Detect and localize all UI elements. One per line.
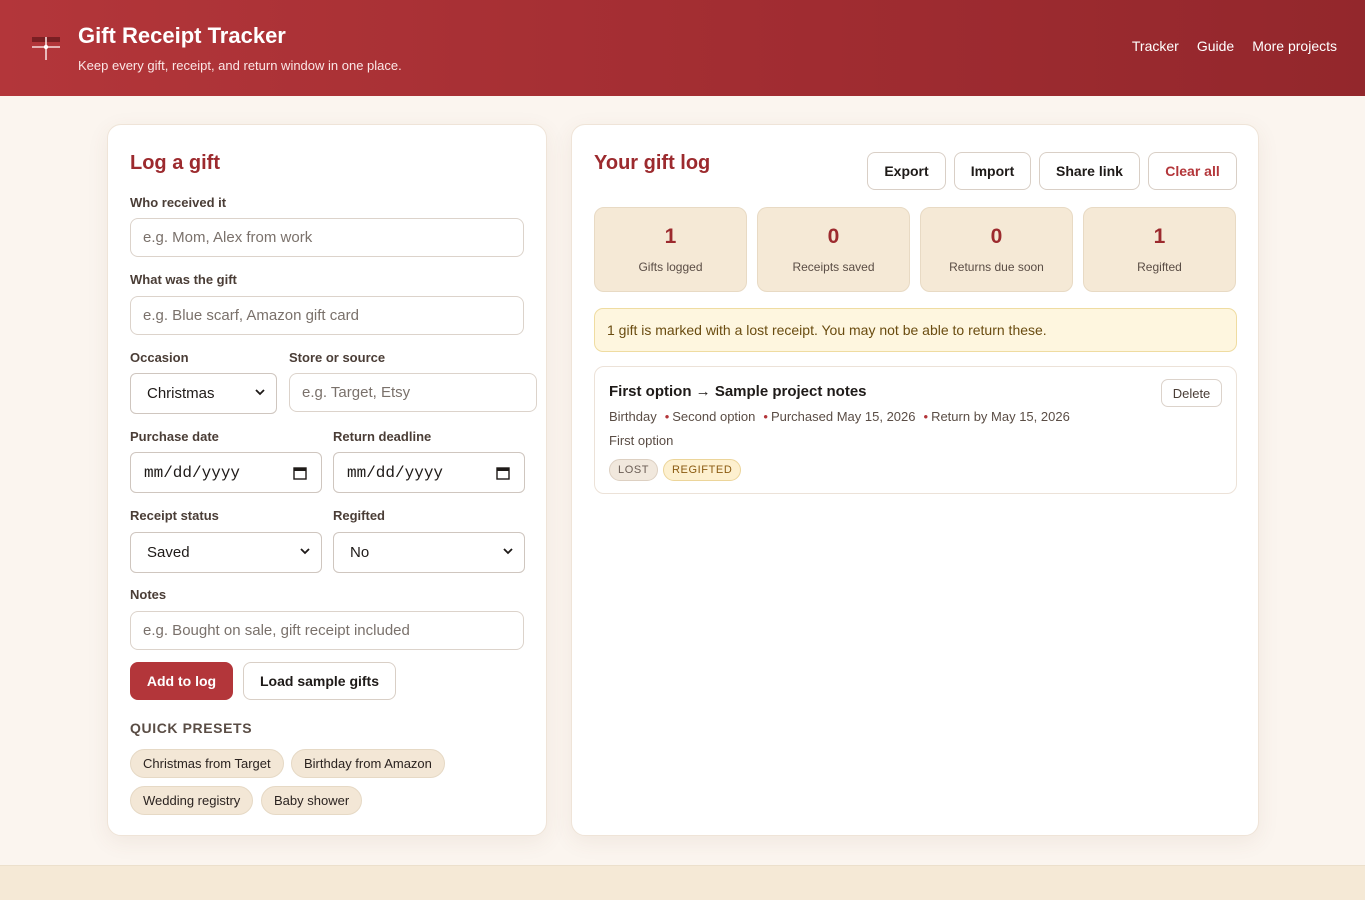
lost-tag: LOST [609, 459, 659, 481]
app-header: Gift Receipt Tracker Keep every gift, re… [0, 0, 1365, 96]
stat-value: 1 [1153, 225, 1166, 248]
log-gift-card: Log a gift Who received it What was the … [107, 124, 547, 836]
gift-log-card: Your gift log Export Import Share link C… [571, 124, 1259, 836]
chevron-down-icon [300, 548, 310, 555]
calendar-icon[interactable] [496, 466, 510, 480]
notes-input[interactable] [130, 611, 524, 650]
load-sample-button[interactable]: Load sample gifts [243, 662, 396, 700]
entry-meta: Birthday • Second option • Purchased May 1… [609, 409, 1070, 424]
stat-receipts-saved: 0 Receipts saved [757, 207, 910, 292]
preset-chip[interactable]: Wedding registry [130, 786, 254, 815]
return-deadline-label: Return deadline [333, 429, 432, 444]
entry-return-by: Return by May 15, 2026 [931, 409, 1070, 424]
entry-store-wrap: • Second option [664, 409, 756, 424]
nav-link-tracker[interactable]: Tracker [1132, 38, 1179, 54]
entry-return-wrap: • Return by May 15, 2026 [923, 409, 1070, 424]
receipt-status-select[interactable]: Saved [130, 532, 322, 573]
regifted-value: No [350, 544, 370, 561]
gift-label: What was the gift [130, 272, 237, 287]
stat-gifts-logged: 1 Gifts logged [594, 207, 747, 292]
app-title: Gift Receipt Tracker [78, 23, 286, 48]
stat-regifted: 1 Regifted [1083, 207, 1236, 292]
chevron-down-icon [255, 389, 265, 396]
stat-returns-due: 0 Returns due soon [920, 207, 1073, 292]
import-button[interactable]: Import [954, 152, 1031, 190]
gift-input[interactable] [130, 296, 524, 335]
delete-entry-button[interactable]: Delete [1161, 379, 1222, 407]
footer-band [0, 865, 1365, 900]
preset-chip[interactable]: Baby shower [261, 786, 363, 815]
calendar-icon[interactable] [293, 466, 307, 480]
quick-presets-title: QUICK PRESETS [130, 720, 253, 736]
receipt-status-value: Saved [147, 544, 190, 561]
lost-receipt-alert: 1 gift is marked with a lost receipt. Yo… [594, 308, 1237, 352]
regifted-select[interactable]: No [333, 532, 525, 573]
regifted-label: Regifted [333, 508, 385, 523]
notes-label: Notes [130, 587, 167, 602]
stat-value: 0 [990, 225, 1003, 248]
entry-store: Second option [672, 409, 756, 424]
return-deadline-input[interactable]: mm/dd/yyyy [333, 452, 525, 493]
nav-link-guide[interactable]: Guide [1197, 38, 1234, 54]
return-deadline-value: mm/dd/yyyy [347, 463, 444, 482]
chevron-down-icon [503, 548, 513, 555]
recipient-input[interactable] [130, 218, 524, 257]
export-button[interactable]: Export [867, 152, 946, 190]
occasion-label: Occasion [130, 350, 189, 365]
gift-log-title: Your gift log [594, 152, 711, 174]
add-to-log-button[interactable]: Add to log [130, 662, 233, 700]
entry-purchased-wrap: • Purchased May 15, 2026 [763, 409, 916, 424]
receipt-status-label: Receipt status [130, 508, 219, 523]
stat-label: Returns due soon [949, 260, 1044, 274]
entry-purchased: Purchased May 15, 2026 [770, 409, 916, 424]
stat-label: Receipts saved [792, 260, 875, 274]
gift-entry: First option → Sample project notes Birt… [594, 366, 1237, 494]
top-nav: Tracker Guide More projects [1132, 38, 1337, 54]
stat-value: 1 [664, 225, 677, 248]
entry-note: First option [609, 433, 674, 448]
preset-chip[interactable]: Birthday from Amazon [291, 749, 445, 778]
purchase-date-label: Purchase date [130, 429, 219, 444]
occasion-select[interactable]: Christmas [130, 373, 277, 414]
gift-logo-icon [32, 37, 60, 60]
store-input[interactable] [289, 373, 537, 412]
app-subtitle: Keep every gift, receipt, and return win… [78, 58, 402, 73]
regifted-tag: REGIFTED [663, 459, 742, 481]
share-link-button[interactable]: Share link [1039, 152, 1140, 190]
store-label: Store or source [289, 350, 386, 365]
preset-chip[interactable]: Christmas from Target [130, 749, 284, 778]
entry-occasion: Birthday [609, 409, 657, 424]
log-gift-title: Log a gift [130, 152, 220, 174]
clear-all-button[interactable]: Clear all [1148, 152, 1237, 190]
purchase-date-value: mm/dd/yyyy [144, 463, 241, 482]
purchase-date-input[interactable]: mm/dd/yyyy [130, 452, 322, 493]
occasion-value: Christmas [147, 385, 215, 402]
entry-title: First option → Sample project notes [609, 383, 867, 400]
stat-label: Regifted [1137, 260, 1182, 274]
recipient-label: Who received it [130, 195, 227, 210]
nav-link-more-projects[interactable]: More projects [1252, 38, 1337, 54]
stat-value: 0 [827, 225, 840, 248]
stat-label: Gifts logged [638, 260, 703, 274]
